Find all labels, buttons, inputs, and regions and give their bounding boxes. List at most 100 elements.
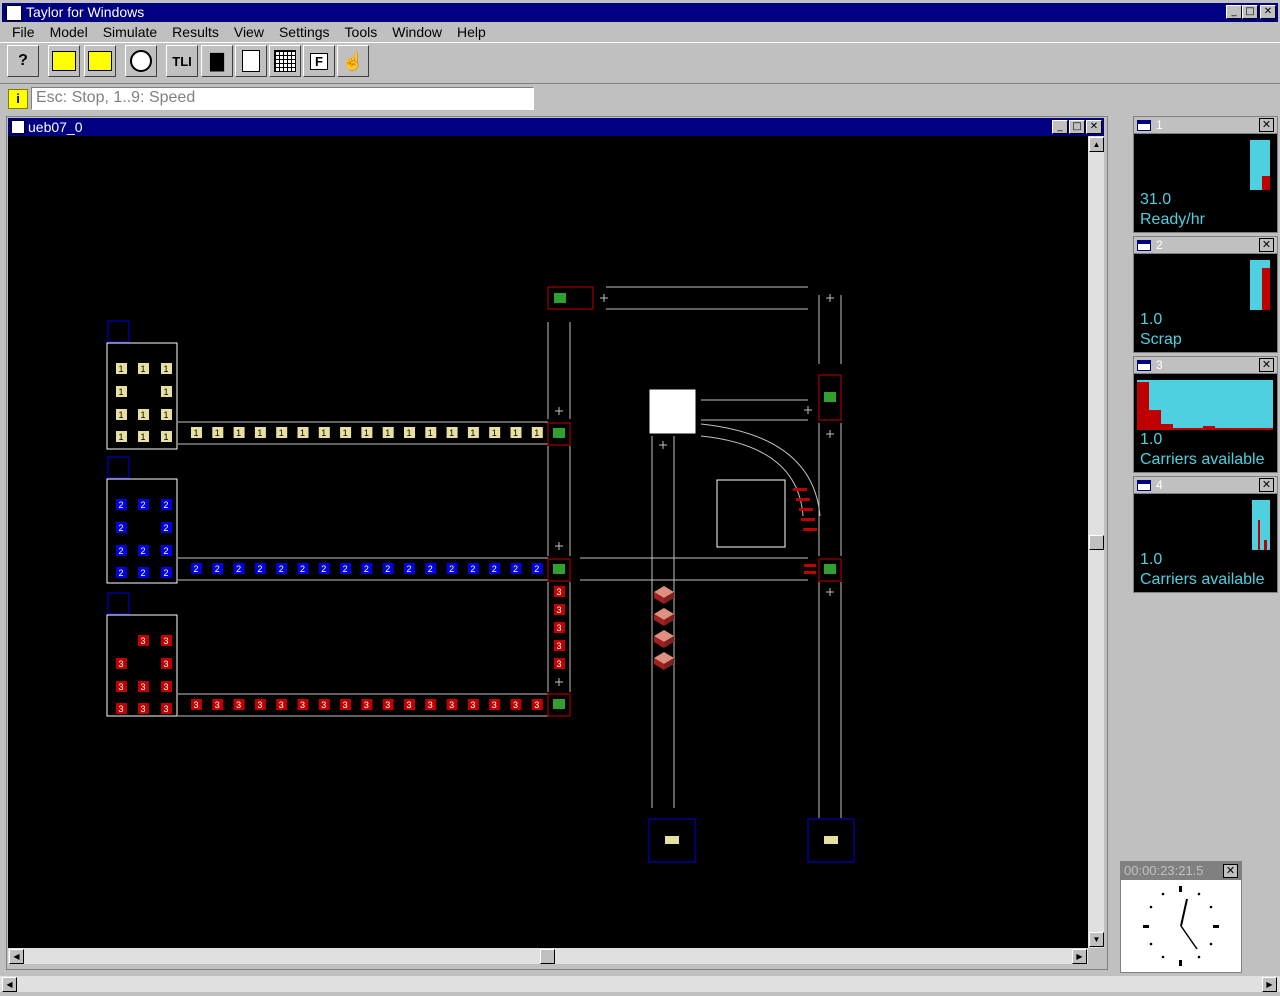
monitor-1-menu-icon[interactable] [1137,120,1151,131]
queue-part-label: 3 [236,700,241,710]
source-marker-3 [107,592,130,615]
monitor-window-4[interactable]: 4 ✕ 1.0 Carriers available [1133,476,1278,593]
model-minimize-button[interactable]: _ [1052,120,1068,134]
info-icon: i [8,89,28,109]
tli-label: TLI [172,53,192,69]
menu-window[interactable]: Window [392,22,442,42]
queue-part-label: 2 [236,564,241,574]
monitor-window-3[interactable]: 3 ✕ 1.0 Carriers available [1133,356,1278,473]
bar-chart-icon: ▇ [210,50,224,71]
model-close-button[interactable]: ✕ [1086,120,1102,134]
queue-part-label: 3 [470,700,475,710]
queue-part-label: 2 [140,568,145,578]
clock-window[interactable]: 00:00:23:21.5 ✕ [1120,861,1242,973]
queue-part-label: 2 [118,500,123,510]
scroll-left-button[interactable]: ◀ [9,949,24,964]
menu-results[interactable]: Results [172,22,219,42]
queue-part-label: 1 [428,428,433,438]
menu-model[interactable]: Model [50,22,88,42]
folder-open-icon [52,51,76,71]
queue-part-label: 3 [118,704,123,714]
queue-part-label: 1 [513,428,518,438]
queue-part-label: 3 [300,700,305,710]
status-field: Esc: Stop, 1..9: Speed [31,87,534,110]
queue-part-label: 3 [556,623,561,633]
close-button[interactable]: ✕ [1260,5,1276,19]
queue-part-label: 3 [321,700,326,710]
menu-simulate[interactable]: Simulate [103,22,157,42]
queue-part-label: 2 [163,523,168,533]
monitor-4-close-button[interactable]: ✕ [1259,478,1274,492]
app-title-bar: Taylor for Windows _ □ ✕ [2,3,1278,22]
queue-part-label: 1 [163,364,168,374]
menu-file[interactable]: File [12,22,35,42]
save-model-button[interactable] [84,45,116,77]
help-button[interactable]: ? [7,45,39,77]
queue-part-label: 3 [163,682,168,692]
maximize-button[interactable]: □ [1242,5,1258,19]
queue-part-label: 3 [492,700,497,710]
monitor-2-menu-icon[interactable] [1137,240,1151,251]
scroll-thumb-vertical[interactable] [1089,535,1104,550]
queue-part-label: 2 [534,564,539,574]
table-button[interactable] [269,45,301,77]
queue-part-label: 2 [321,564,326,574]
processing-box [716,479,786,548]
queue-part-label: 1 [492,428,497,438]
histogram-button[interactable]: ▇ [201,45,233,77]
queue-part-label: 1 [449,428,454,438]
tli-button[interactable]: TLI [166,45,198,77]
hand-button[interactable]: ☝ [337,45,369,77]
queue-part-label: 1 [321,428,326,438]
scroll-down-button[interactable]: ▼ [1089,932,1104,947]
queue-part-label: 2 [428,564,433,574]
grid-icon [274,50,296,72]
queue-part-label: 1 [534,428,539,438]
queue-part-label: 2 [406,564,411,574]
clock-close-button[interactable]: ✕ [1223,864,1238,878]
monitor-1-value: 31.0 [1140,191,1172,208]
queue-part-label: 1 [385,428,390,438]
queue-part-label: 1 [193,428,198,438]
app-scroll-left-button[interactable]: ◀ [2,977,17,992]
scroll-right-button[interactable]: ▶ [1072,949,1087,964]
minimize-button[interactable]: _ [1226,5,1242,19]
queue-part-label: 3 [364,700,369,710]
menu-settings[interactable]: Settings [279,22,330,42]
open-model-button[interactable] [48,45,80,77]
app-title: Taylor for Windows [26,4,145,20]
queue-part-label: 2 [163,546,168,556]
monitor-1-close-button[interactable]: ✕ [1259,118,1274,132]
app-horizontal-scrollbar[interactable] [0,976,1280,992]
clock-face [1143,886,1219,966]
monitor-window-1[interactable]: 1 ✕ 31.0 Ready/hr [1133,116,1278,233]
queue-part-label: 3 [449,700,454,710]
queue-part-label: 1 [140,432,145,442]
report-button[interactable] [235,45,267,77]
scroll-up-button[interactable]: ▲ [1089,137,1104,152]
queue-part-label: 3 [556,659,561,669]
app-icon[interactable] [6,5,22,21]
monitor-window-2[interactable]: 2 ✕ 1.0 Scrap [1133,236,1278,353]
f-button[interactable]: F [303,45,335,77]
model-window-icon[interactable] [11,120,25,134]
scroll-thumb-horizontal[interactable] [540,949,555,964]
menu-tools[interactable]: Tools [345,22,378,42]
monitor-4-menu-icon[interactable] [1137,480,1151,491]
monitor-3-close-button[interactable]: ✕ [1259,358,1274,372]
queue-part-label: 3 [118,659,123,669]
monitor-2-label: Scrap [1140,331,1182,348]
model-canvas[interactable]: 1111111111111111111111111111 22222222222… [8,136,1088,948]
app-scroll-right-button[interactable]: ▶ [1262,977,1277,992]
queue-part-label: 3 [163,636,168,646]
monitor-3-menu-icon[interactable] [1137,360,1151,371]
menu-help[interactable]: Help [457,22,486,42]
simulation-clock-button[interactable] [125,45,157,77]
queue-part-label: 2 [385,564,390,574]
monitor-2-close-button[interactable]: ✕ [1259,238,1274,252]
model-maximize-button[interactable]: □ [1069,120,1085,134]
queue-part-label: 1 [215,428,220,438]
monitor-3-label: Carriers available [1140,451,1265,468]
queue-part-label: 3 [279,700,284,710]
menu-view[interactable]: View [234,22,264,42]
